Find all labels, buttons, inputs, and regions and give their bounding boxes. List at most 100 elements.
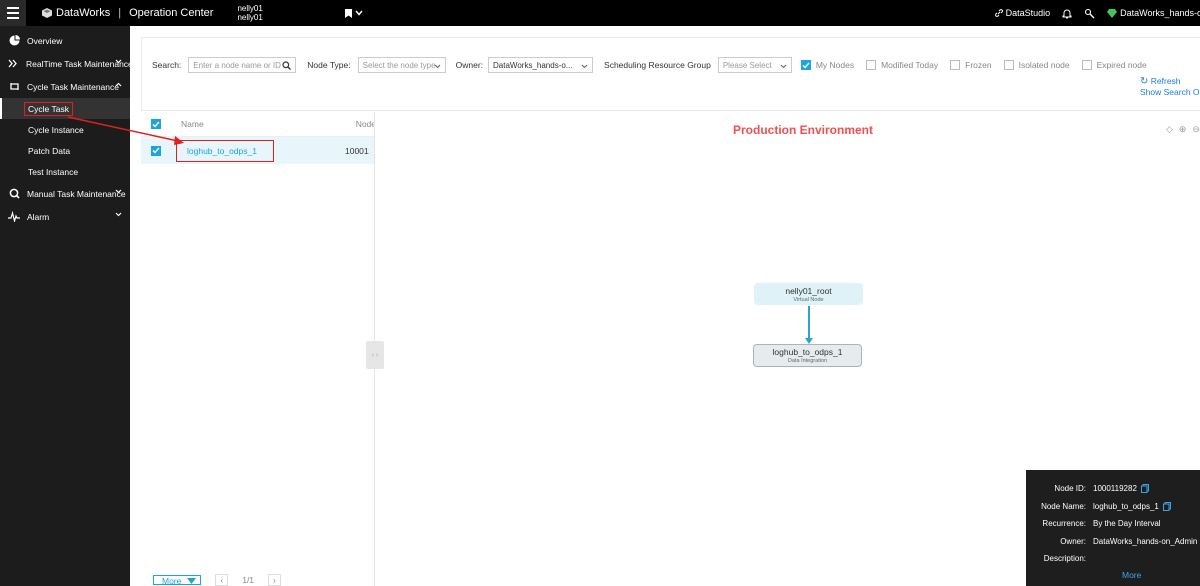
search-icon[interactable] [282, 61, 292, 70]
node-info-panel: Node ID: 1000119282 Node Name: loghub_to… [1026, 470, 1200, 586]
sidebar: Overview RealTime Task Maintenance Cycle… [0, 26, 130, 586]
sidebar-item-patch-data[interactable]: Patch Data [0, 140, 130, 161]
dag-node-root-type: Virtual Node [793, 297, 824, 303]
resource-group-label: Scheduling Resource Group [604, 60, 711, 70]
datastudio-link[interactable]: DataStudio [994, 8, 1051, 18]
chevron-down-icon [115, 59, 122, 64]
search-placeholder: Enter a node name or ID [193, 60, 281, 70]
bookmark-icon [344, 8, 352, 18]
resource-group-select[interactable]: Please Select [717, 57, 792, 73]
dag-node-root[interactable]: nelly01_root Virtual Node [754, 283, 863, 305]
select-all-checkbox[interactable] [151, 119, 161, 129]
search-label: Search: [152, 60, 182, 70]
expired-label: Expired node [1096, 60, 1147, 70]
dag-node-main[interactable]: loghub_to_odps_1 Data Integration [753, 344, 862, 367]
list-header: Name Node ID [141, 112, 374, 137]
triangle-down-icon [187, 578, 197, 584]
frozen-checkbox[interactable] [950, 60, 961, 70]
refresh-icon: ↻ [1140, 76, 1149, 87]
node-name-link[interactable]: loghub_to_odps_1 [176, 139, 274, 162]
column-node-id: Node ID [355, 119, 374, 129]
canvas-toolbar: ◇ ⊕ ⊖ [1166, 124, 1200, 135]
sidebar-item-cycle-task-maintenance[interactable]: Cycle Task Maintenance [0, 75, 130, 98]
fit-view-icon[interactable]: ◇ [1166, 124, 1173, 135]
bell-icon[interactable] [1062, 8, 1072, 19]
info-label-owner: Owner: [1060, 536, 1086, 546]
refresh-label: Refresh [1150, 76, 1181, 86]
sidebar-item-cycle-task[interactable]: Cycle Task [0, 98, 130, 119]
next-page-button[interactable]: › [268, 574, 281, 586]
zoom-out-icon[interactable]: ⊖ [1192, 124, 1200, 135]
bookmark-dropdown[interactable] [344, 8, 363, 18]
modified-today-label: Modified Today [881, 60, 939, 70]
link-icon [994, 9, 1003, 17]
diamond-icon [1107, 8, 1118, 18]
dataworks-logo-icon [42, 8, 52, 18]
account-label: DataWorks_hands-o [1120, 8, 1200, 18]
filter-actions: ↻ Refresh Show Search Op [1140, 76, 1200, 97]
search-task-icon [8, 188, 20, 200]
resource-group-placeholder: Please Select [722, 60, 772, 70]
info-more-link[interactable]: More [1122, 570, 1141, 580]
copy-icon[interactable] [1162, 501, 1171, 511]
search-input[interactable]: Enter a node name or ID [188, 57, 297, 73]
workspace-selector[interactable]: nelly01 nelly01 [237, 4, 262, 22]
owner-value: DataWorks_hands-o... [493, 60, 573, 70]
chevron-down-icon [581, 64, 588, 69]
chevron-down-icon [434, 64, 441, 69]
table-row[interactable]: loghub_to_odps_1 1000119282 [141, 137, 374, 164]
owner-select[interactable]: DataWorks_hands-o... [488, 57, 594, 73]
node-type-select[interactable]: Select the node type [357, 57, 446, 73]
filter-panel: Search: Enter a node name or ID Node Typ… [141, 37, 1200, 111]
brand-name: DataWorks [56, 7, 111, 19]
node-id-cell: 1000119282 [345, 145, 369, 156]
check-icon [152, 121, 160, 128]
filter-row: Search: Enter a node name or ID Node Typ… [152, 57, 1159, 73]
sidebar-item-cycle-instance[interactable]: Cycle Instance [0, 119, 130, 140]
chevron-down-icon [355, 10, 363, 16]
account-menu[interactable]: DataWorks_hands-o [1107, 8, 1200, 18]
chevron-down-icon [115, 212, 122, 217]
zoom-in-icon[interactable]: ⊕ [1179, 124, 1187, 135]
node-type-placeholder: Select the node type [362, 60, 435, 70]
sidebar-item-overview[interactable]: Overview [0, 29, 130, 52]
refresh-button[interactable]: ↻ Refresh [1140, 76, 1200, 87]
menu-icon[interactable] [0, 0, 26, 26]
my-nodes-checkbox[interactable] [800, 60, 811, 70]
sidebar-label-cycle-group: Cycle Task Maintenance [27, 81, 119, 92]
workspace-line-2: nelly01 [237, 13, 263, 22]
more-dropdown[interactable]: More [153, 575, 202, 586]
expired-checkbox[interactable] [1081, 60, 1092, 70]
page-indicator: 1/1 [242, 575, 255, 585]
show-search-options-link[interactable]: Show Search Op [1140, 87, 1200, 97]
sidebar-item-test-instance[interactable]: Test Instance [0, 161, 130, 182]
chevron-down-icon [780, 64, 787, 69]
sidebar-item-alarm[interactable]: Alarm [0, 205, 130, 228]
isolated-checkbox[interactable] [1003, 60, 1014, 70]
row-checkbox[interactable] [151, 145, 161, 156]
stream-icon [8, 58, 19, 70]
datastudio-label: DataStudio [1005, 8, 1051, 18]
owner-label: Owner: [455, 60, 484, 70]
chevron-up-icon [115, 82, 122, 87]
frozen-label: Frozen [965, 60, 992, 70]
sidebar-item-manual-task[interactable]: Manual Task Maintenance [0, 182, 130, 205]
copy-icon[interactable] [1140, 484, 1149, 494]
node-type-label: Node Type: [307, 60, 351, 70]
product-name: Operation Center [129, 7, 214, 19]
dag-node-root-name: nelly01_root [785, 286, 832, 296]
info-row-description: Description: [1026, 550, 1200, 568]
sidebar-item-realtime[interactable]: RealTime Task Maintenance [0, 52, 130, 75]
tools-icon[interactable] [1084, 8, 1095, 19]
sidebar-label-test-instance: Test Instance [28, 166, 79, 177]
sidebar-label-manual: Manual Task Maintenance [27, 188, 126, 199]
my-nodes-label: My Nodes [815, 60, 855, 70]
column-name: Name [181, 119, 204, 129]
modified-today-checkbox[interactable] [866, 60, 877, 70]
info-value-owner: DataWorks_hands-on_Admin [1093, 536, 1198, 546]
brand[interactable]: DataWorks | Operation Center [42, 7, 213, 19]
prev-page-button[interactable]: ‹ [215, 574, 229, 586]
top-bar: DataWorks | Operation Center nelly01 nel… [0, 0, 1200, 26]
chevron-down-icon [115, 189, 122, 194]
collapse-handle[interactable]: ‹ › [366, 341, 384, 369]
